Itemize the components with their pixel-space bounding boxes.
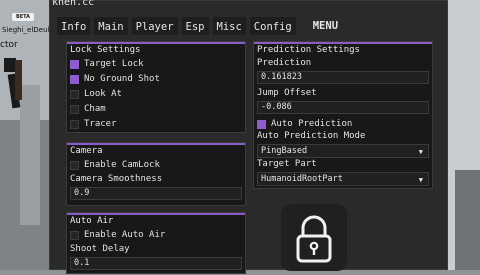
game-path (20, 85, 40, 225)
camlock-toggle[interactable]: Enable CamLock (70, 159, 160, 171)
target-part-label: Target Part (257, 159, 317, 169)
auto-prediction-label: Auto Prediction (271, 119, 353, 129)
shoot-delay-label: Shoot Delay (70, 244, 130, 254)
cham-checkbox[interactable] (70, 104, 79, 114)
prediction-title: Prediction Settings (257, 45, 360, 55)
tab-bar: Info Main Player Esp Misc Config MENU (56, 16, 344, 36)
cheat-menu-window[interactable]: khen.cc Info Main Player Esp Misc Config… (49, 0, 448, 274)
jump-offset-label: Jump Offset (257, 88, 317, 98)
camlock-checkbox[interactable] (70, 160, 79, 170)
target-part-dropdown[interactable]: HumanoidRootPart ▼ (257, 172, 429, 186)
panel-accent (254, 42, 432, 44)
tracer-label: Tracer (84, 119, 117, 129)
lock-settings-title: Lock Settings (70, 45, 141, 55)
tab-info[interactable]: Info (56, 16, 92, 36)
game-shadow (455, 170, 480, 270)
prediction-panel: Prediction Settings Prediction 0.161823 … (253, 41, 433, 189)
jump-offset-input[interactable]: -0.086 (257, 101, 429, 114)
auto-air-toggle[interactable]: Enable Auto Air (70, 229, 165, 241)
tracer-checkbox[interactable] (70, 119, 79, 129)
target-part-value: HumanoidRootPart (261, 174, 343, 184)
player-avatar (15, 60, 22, 100)
auto-air-panel: Auto Air Enable Auto Air Shoot Delay 0.1 (66, 212, 246, 274)
no-ground-shot-toggle[interactable]: No Ground Shot (70, 73, 160, 85)
prediction-label: Prediction (257, 58, 312, 68)
panel-accent (67, 213, 245, 215)
no-ground-shot-label: No Ground Shot (84, 74, 160, 84)
camera-smoothness-input[interactable]: 0.9 (70, 187, 242, 200)
tab-player[interactable]: Player (130, 16, 179, 36)
tab-esp[interactable]: Esp (180, 16, 210, 36)
camlock-label: Enable CamLock (84, 160, 160, 170)
lock-settings-panel: Lock Settings Target Lock No Ground Shot… (66, 41, 246, 133)
auto-air-title: Auto Air (70, 216, 114, 226)
tab-misc[interactable]: Misc (211, 16, 247, 36)
window-title: khen.cc (52, 0, 95, 8)
target-lock-label: Target Lock (84, 59, 144, 69)
panel-accent (67, 42, 245, 44)
section-title: MENU (312, 20, 339, 32)
cham-toggle[interactable]: Cham (70, 103, 106, 115)
player-name: ctor (0, 40, 18, 50)
padlock-icon (296, 215, 332, 263)
target-lock-checkbox[interactable] (70, 59, 79, 69)
auto-air-label: Enable Auto Air (84, 230, 166, 240)
look-at-label: Look At (84, 89, 122, 99)
lock-button[interactable] (281, 204, 347, 271)
beta-badge: BETA (12, 13, 34, 21)
prediction-input[interactable]: 0.161823 (257, 71, 429, 84)
shoot-delay-input[interactable]: 0.1 (70, 257, 242, 270)
auto-prediction-mode-label: Auto Prediction Mode (257, 131, 366, 141)
cham-label: Cham (84, 104, 106, 114)
camera-title: Camera (70, 146, 103, 156)
auto-prediction-mode-dropdown[interactable]: PingBased ▼ (257, 144, 429, 158)
chevron-down-icon: ▼ (418, 176, 423, 184)
camera-smoothness-label: Camera Smoothness (70, 174, 163, 184)
look-at-checkbox[interactable] (70, 89, 79, 99)
chevron-down-icon: ▼ (418, 148, 423, 156)
auto-air-checkbox[interactable] (70, 230, 79, 240)
camera-panel: Camera Enable CamLock Camera Smoothness … (66, 142, 246, 206)
panel-accent (67, 143, 245, 145)
no-ground-shot-checkbox[interactable] (70, 74, 79, 84)
tracer-toggle[interactable]: Tracer (70, 118, 117, 130)
tab-main[interactable]: Main (93, 16, 129, 36)
player-tag: Sieghi_elDeul (2, 26, 50, 34)
look-at-toggle[interactable]: Look At (70, 88, 122, 100)
auto-prediction-mode-value: PingBased (261, 146, 308, 156)
auto-prediction-checkbox[interactable] (257, 119, 266, 129)
target-lock-toggle[interactable]: Target Lock (70, 58, 144, 70)
tab-config[interactable]: Config (248, 16, 297, 36)
auto-prediction-toggle[interactable]: Auto Prediction (257, 118, 352, 130)
